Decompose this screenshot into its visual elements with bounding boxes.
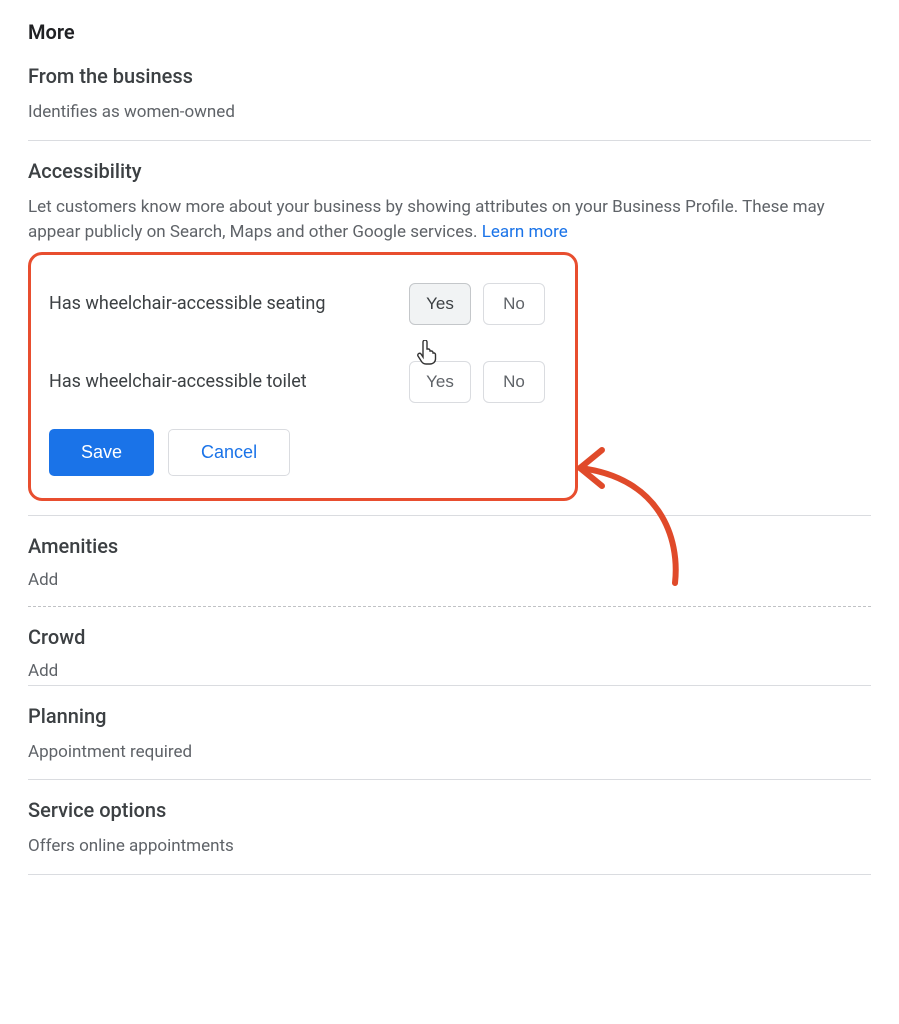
attribute-label: Has wheelchair-accessible seating [49,293,409,314]
yes-button[interactable]: Yes [409,361,471,403]
no-button[interactable]: No [483,283,545,325]
service-options-value: Offers online appointments [28,834,871,860]
accessibility-desc-line1: Let customers know more about your busin… [28,197,738,217]
accessibility-edit-panel: Has wheelchair-accessible seating Yes No… [28,252,578,501]
accessibility-description: Let customers know more about your busin… [28,195,871,246]
planning-heading: Planning [28,704,871,728]
amenities-add-link[interactable]: Add [28,570,871,590]
no-button[interactable]: No [483,361,545,403]
divider [28,515,871,516]
amenities-heading: Amenities [28,534,871,558]
page-title: More [28,20,871,44]
action-row: Save Cancel [49,429,557,476]
yes-button[interactable]: Yes [409,283,471,325]
accessibility-heading: Accessibility [28,159,871,183]
yes-no-group: Yes No [409,361,545,403]
crowd-section: Crowd Add [28,625,871,681]
yes-no-group: Yes No [409,283,545,325]
service-options-section: Service options Offers online appointmen… [28,798,871,860]
divider [28,140,871,141]
attribute-label: Has wheelchair-accessible toilet [49,371,409,392]
service-options-heading: Service options [28,798,871,822]
from-business-heading: From the business [28,64,871,88]
divider [28,874,871,875]
learn-more-link[interactable]: Learn more [482,222,568,242]
amenities-section: Amenities Add [28,534,871,590]
planning-value: Appointment required [28,740,871,766]
crowd-add-link[interactable]: Add [28,661,871,681]
crowd-heading: Crowd [28,625,871,649]
cancel-button[interactable]: Cancel [168,429,290,476]
attribute-row-seating: Has wheelchair-accessible seating Yes No [49,283,557,325]
divider-dashed [28,606,871,607]
save-button[interactable]: Save [49,429,154,476]
divider [28,685,871,686]
divider [28,779,871,780]
attribute-row-toilet: Has wheelchair-accessible toilet Yes No [49,361,557,403]
from-business-value: Identifies as women-owned [28,100,871,126]
planning-section: Planning Appointment required [28,704,871,766]
